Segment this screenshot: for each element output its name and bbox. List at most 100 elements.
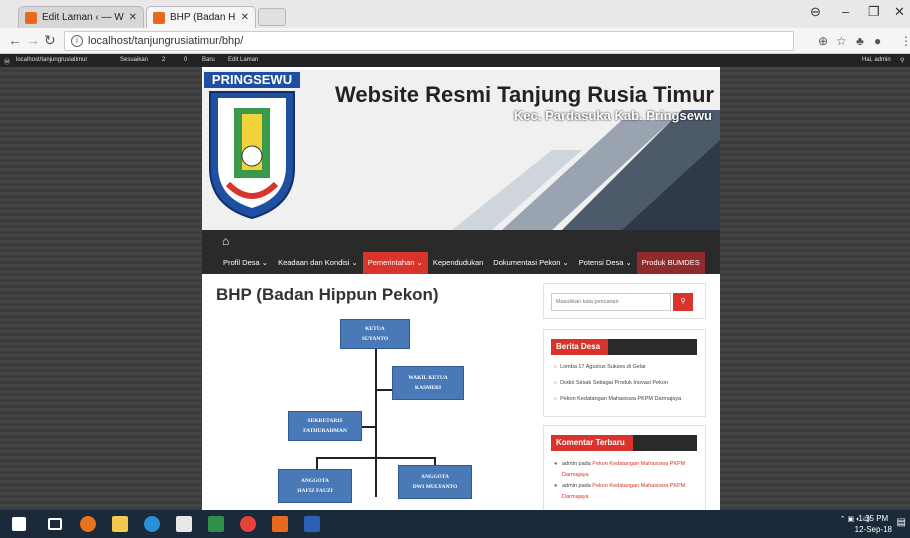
back-arrow-icon[interactable]: ← — [8, 32, 22, 48]
file-explorer-icon[interactable] — [112, 516, 128, 532]
komentar-list: ● admin pada Pekon Kedatangan Mahasiswa … — [554, 459, 704, 503]
chrome-icon[interactable] — [240, 516, 256, 532]
list-item: ● admin pada Pekon Kedatangan Mahasiswa … — [554, 459, 704, 481]
page-title: BHP (Badan Hippun Pekon) — [216, 285, 439, 304]
url-input[interactable]: i localhost/tanjungrusiatimur/bhp/ — [64, 31, 794, 51]
nav-item-potensi[interactable]: Potensi Desa ⌄ — [574, 252, 637, 274]
tab-title: Edit Laman ‹ — WordPre — [42, 12, 124, 23]
nav-item-keadaan[interactable]: Keadaan dan Kondisi ⌄ — [273, 252, 363, 274]
berita-widget: Berita Desa » Lomba 17 Agustus Sukses di … — [543, 329, 706, 417]
berita-link[interactable]: Dodol Sirsak Sebagai Produk Inovasi Peko… — [560, 380, 668, 386]
site-title[interactable]: Website Resmi Tanjung Rusia Timur — [335, 82, 714, 108]
org-chart: KETUA SUYANTO WAKIL KETUA KASMERI SEKRET… — [202, 307, 532, 510]
url-text: localhost/tanjungrusiatimur/bhp/ — [88, 35, 244, 47]
wp-admin-bar: Ⓦ localhost/tanjungrusiatimur Sesuaikan … — [0, 54, 910, 67]
bookmark-star-icon[interactable]: ☆ — [836, 34, 847, 48]
home-icon[interactable]: ⌂ — [222, 234, 229, 248]
comment-icon: ● — [554, 461, 558, 467]
nav-item-kependudukan[interactable]: Kependudukan — [428, 252, 488, 274]
comment-on: pada — [578, 461, 591, 467]
new-tab-button[interactable] — [258, 8, 286, 26]
close-tab-icon[interactable]: ✕ — [129, 12, 137, 23]
tab-bhp[interactable]: BHP (Badan Hippun Peko ✕ — [146, 6, 256, 28]
berita-link[interactable]: Pekon Kedatangan Mahasiswa PKPM Darmajay… — [560, 396, 681, 402]
site-favicon-icon — [153, 11, 165, 24]
search-input[interactable] — [551, 293, 671, 311]
comment-author: admin — [562, 483, 577, 489]
admin-bar-customize[interactable]: Sesuaikan — [120, 57, 148, 63]
widget-title-bar: Berita Desa — [551, 339, 697, 355]
admin-bar-comments[interactable]: 0 — [184, 57, 187, 63]
list-item[interactable]: » Lomba 17 Agustus Sukses di Gelar — [554, 363, 704, 379]
excel-icon[interactable] — [208, 516, 224, 532]
extension-icon[interactable]: ♣ — [856, 34, 864, 48]
admin-bar-edit[interactable]: Edit Laman — [228, 57, 258, 63]
site-subtitle: Kec. Pardasuka Kab. Pringsewu — [514, 108, 712, 123]
chevron-right-icon: » — [554, 380, 558, 386]
browser-tab-bar: Edit Laman ‹ — WordPre ✕ BHP (Badan Hipp… — [0, 0, 910, 28]
zoom-icon[interactable]: ⊕ — [818, 34, 828, 48]
chevron-right-icon: » — [554, 364, 558, 370]
search-button[interactable]: ⚲ — [673, 293, 693, 311]
address-toolbar: ← → ↻ i localhost/tanjungrusiatimur/bhp/… — [0, 28, 910, 54]
close-tab-icon[interactable]: ✕ — [241, 12, 249, 23]
maximize-button[interactable]: ❐ — [868, 4, 880, 20]
nav-item-dokumentasi[interactable]: Dokumentasi Pekon ⌄ — [488, 252, 574, 274]
komentar-widget: Komentar Terbaru ● admin pada Pekon Keda… — [543, 425, 706, 510]
org-box-anggota-2: ANGGOTA DWI MULYANTO — [398, 465, 472, 499]
task-view-icon[interactable] — [48, 518, 62, 530]
wordpress-logo-icon[interactable]: Ⓦ — [4, 57, 10, 66]
org-line — [316, 457, 318, 469]
org-role: ANGGOTA — [300, 478, 329, 484]
wordpress-favicon-icon — [25, 11, 37, 24]
org-line — [362, 426, 376, 428]
profile-icon[interactable]: ⊖ — [810, 4, 821, 20]
notification-icon[interactable]: ▤ — [897, 517, 906, 528]
menu-icon[interactable]: ⋮ — [900, 34, 910, 48]
xampp-icon[interactable] — [272, 516, 288, 532]
admin-bar-new[interactable]: Baru — [202, 57, 215, 63]
widget-title: Berita Desa — [551, 339, 609, 355]
org-name: KASMERI — [414, 385, 442, 391]
list-item[interactable]: » Pekon Kedatangan Mahasiswa PKPM Darmaja… — [554, 395, 704, 411]
nav-item-pemerintahan[interactable]: Pemerintahan ⌄ — [362, 252, 428, 274]
admin-bar-updates[interactable]: 2 — [162, 57, 165, 63]
org-role: WAKIL KETUA — [408, 375, 448, 381]
forward-arrow-icon[interactable]: → — [26, 32, 40, 48]
tab-edit-laman[interactable]: Edit Laman ‹ — WordPre ✕ — [18, 6, 144, 28]
nav-item-profil-desa[interactable]: Profil Desa ⌄ — [218, 252, 273, 274]
store-icon[interactable] — [176, 516, 192, 532]
clock-time: 1:35 PM — [858, 514, 889, 523]
info-icon[interactable]: i — [71, 35, 83, 47]
minimize-button[interactable]: – — [842, 4, 849, 19]
firefox-icon[interactable] — [80, 516, 96, 532]
list-item: ● admin pada Pekon Kedatangan Mahasiswa … — [554, 481, 704, 503]
admin-bar-site[interactable]: localhost/tanjungrusiatimur — [16, 57, 87, 63]
berita-list: » Lomba 17 Agustus Sukses di Gelar » Dodol… — [554, 363, 704, 411]
berita-link[interactable]: Lomba 17 Agustus Sukses di Gelar — [560, 364, 646, 370]
list-item[interactable]: » Dodol Sirsak Sebagai Produk Inovasi Pek… — [554, 379, 704, 395]
reload-icon[interactable]: ↻ — [44, 32, 56, 49]
org-role: ANGGOTA — [420, 474, 449, 480]
logo-label: PRINGSEWU — [204, 72, 300, 88]
org-line — [375, 347, 377, 497]
org-name: SUYANTO — [361, 336, 389, 342]
clock-date: 12-Sep-18 — [854, 525, 892, 534]
close-window-button[interactable]: ✕ — [894, 4, 905, 20]
edge-icon[interactable] — [144, 516, 160, 532]
org-box-sekretaris: SEKRETARIS FATHURAHMAN — [288, 411, 362, 441]
extension-icon[interactable]: ● — [874, 34, 881, 48]
taskbar-clock[interactable]: 1:35 PM 12-Sep-18 — [855, 513, 892, 535]
admin-bar-greeting[interactable]: Hai, admin — [862, 57, 891, 63]
word-icon[interactable] — [304, 516, 320, 532]
org-name: DWI MULYANTO — [412, 484, 458, 490]
windows-start-icon[interactable] — [12, 517, 26, 531]
pringsewu-logo[interactable]: PRINGSEWU — [204, 72, 300, 222]
nav-item-bumdes[interactable]: Produk BUMDES — [636, 252, 705, 274]
search-icon[interactable]: ⚲ — [900, 57, 904, 64]
org-role: KETUA — [365, 326, 385, 332]
tab-title: BHP (Badan Hippun Peko — [170, 12, 236, 23]
org-box-anggota-1: ANGGOTA HAFIZ FAUZI — [278, 469, 352, 503]
chevron-right-icon: » — [554, 396, 558, 402]
site-container: PRINGSEWU Website Resmi Tanjung Rusia Ti… — [202, 67, 720, 510]
